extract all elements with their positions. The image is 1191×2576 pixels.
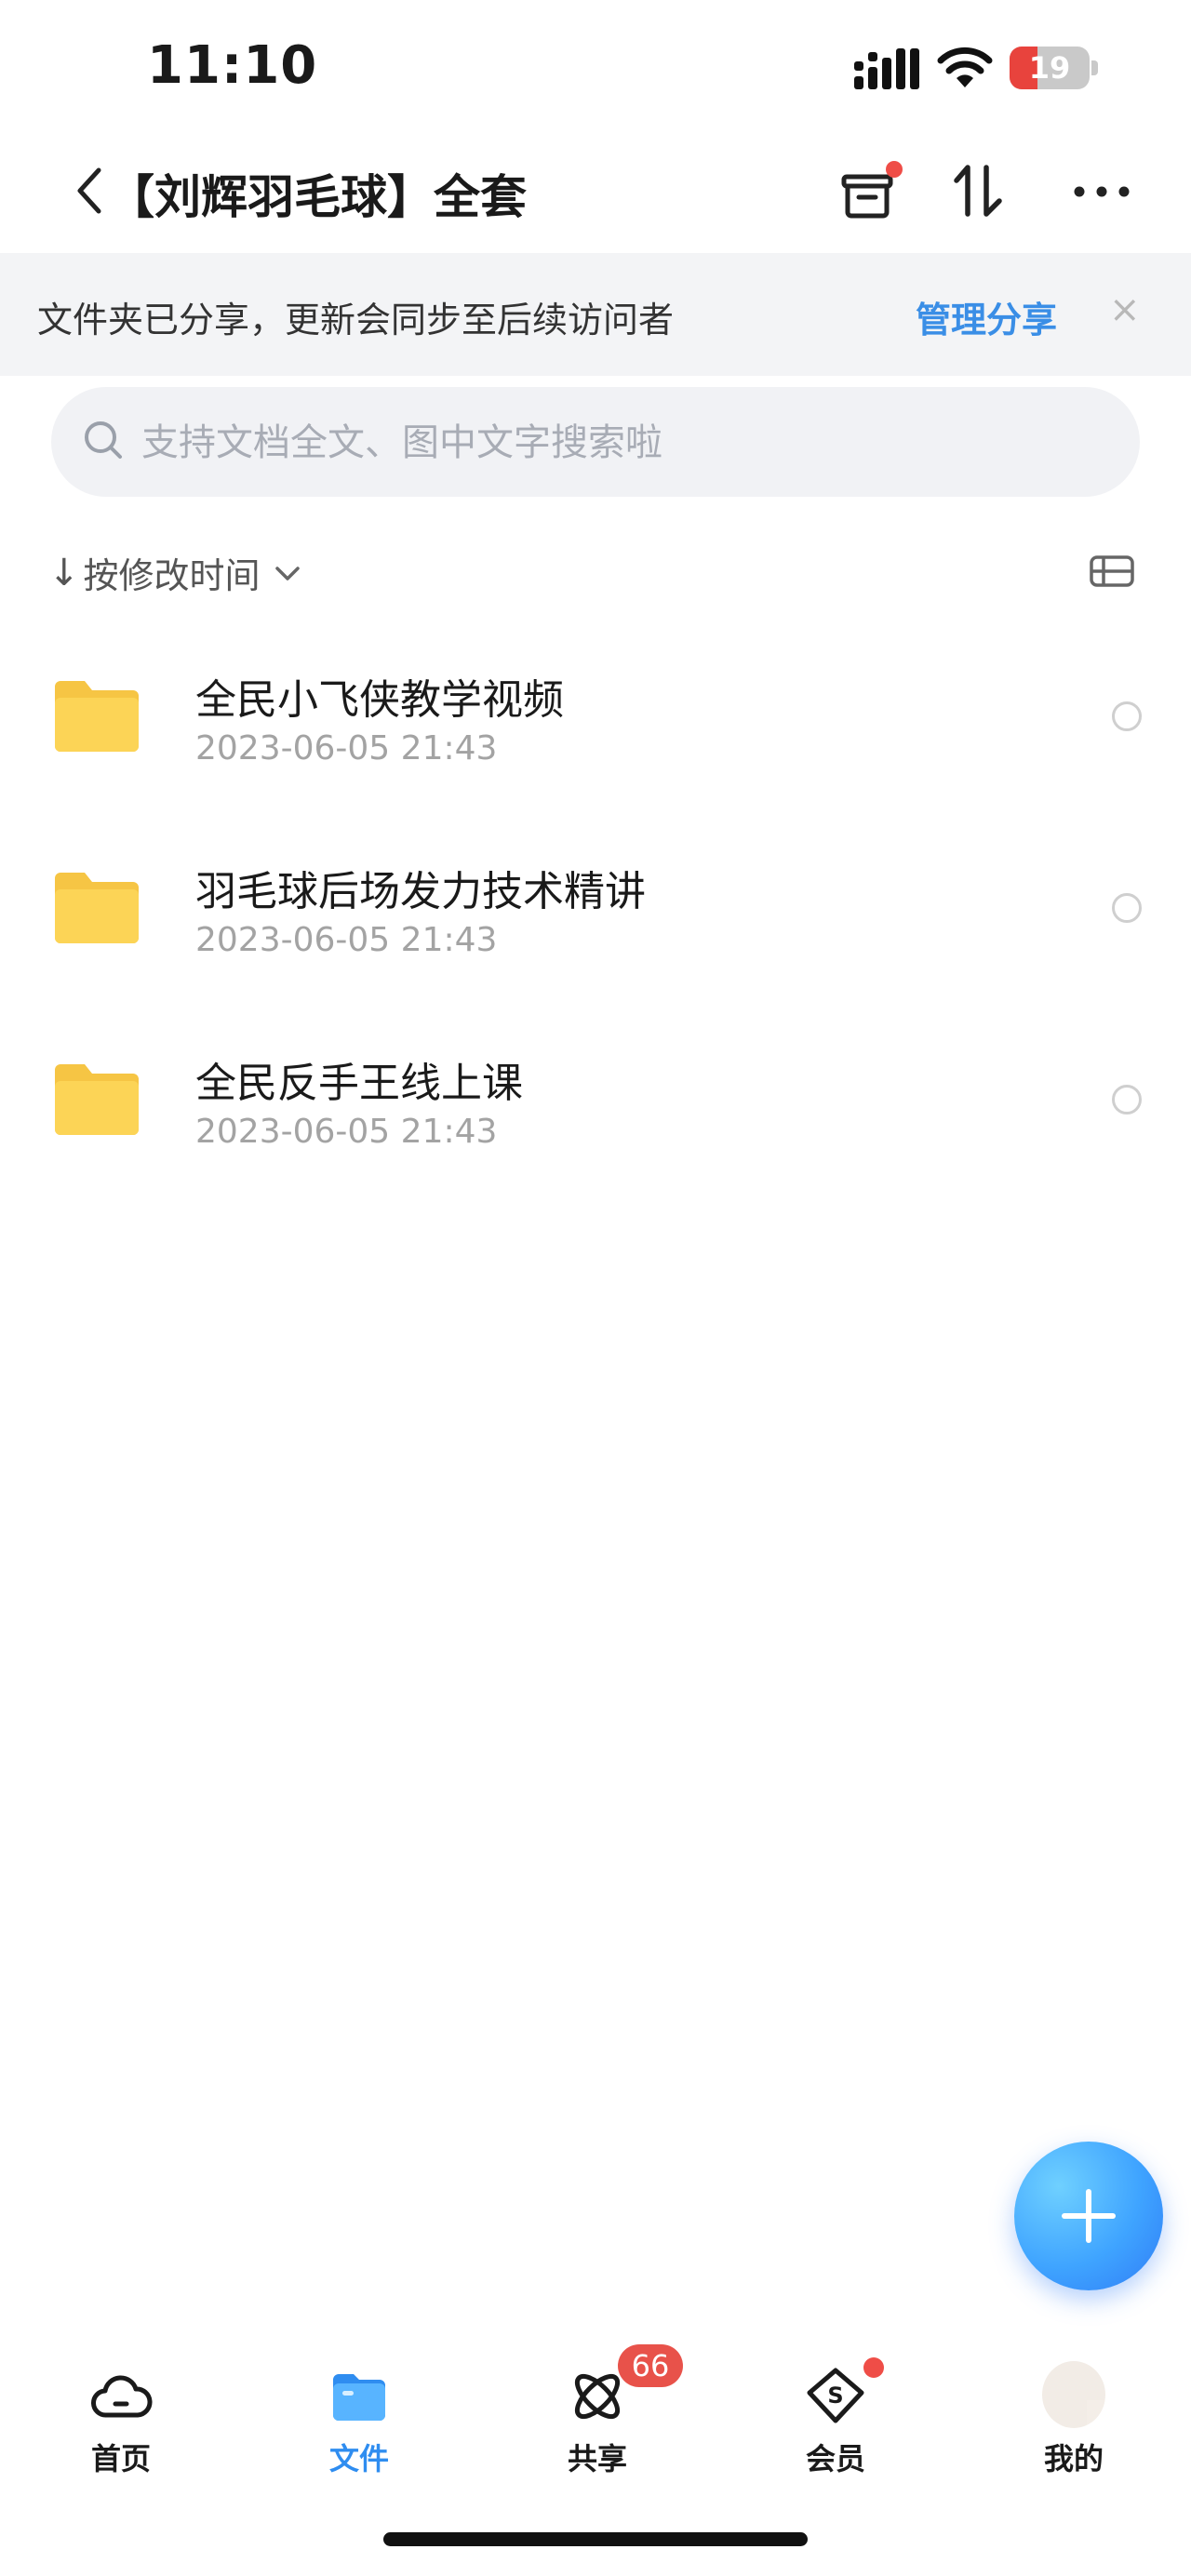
more-icon (1074, 186, 1130, 197)
folder-icon (55, 681, 139, 752)
file-name: 全民小飞侠教学视频 (195, 676, 564, 724)
home-indicator (383, 2532, 808, 2546)
vip-diamond-icon: S (807, 2368, 864, 2423)
nav-vip[interactable]: S 会员 (761, 2326, 910, 2476)
file-row[interactable]: 羽毛球后场发力技术精讲 2023-06-05 21:43 (0, 817, 1191, 1008)
nav-label: 文件 (328, 2441, 389, 2476)
close-banner-button[interactable]: × (1109, 288, 1141, 331)
file-date: 2023-06-05 21:43 (195, 1113, 498, 1151)
select-radio[interactable] (1112, 893, 1142, 923)
folder-icon (333, 2374, 385, 2421)
avatar (1042, 2361, 1105, 2428)
share-banner-text: 文件夹已分享，更新会同步至后续访问者 (37, 300, 675, 340)
sort-toggle-button[interactable] (949, 156, 1020, 227)
file-date: 2023-06-05 21:43 (195, 921, 498, 959)
nav-share[interactable]: 66 共享 (523, 2326, 683, 2476)
archive-icon (841, 161, 903, 219)
nav-label: 共享 (567, 2441, 627, 2476)
signal-icon (854, 48, 919, 89)
wifi-icon (937, 47, 993, 87)
sort-toggle-icon (954, 165, 1002, 217)
nav-label: 首页 (90, 2441, 151, 2476)
notification-dot (863, 2357, 884, 2378)
cloud-icon (91, 2375, 153, 2418)
file-name: 羽毛球后场发力技术精讲 (195, 868, 646, 915)
file-row[interactable]: 全民反手王线上课 2023-06-05 21:43 (0, 1008, 1191, 1200)
file-row[interactable]: 全民小飞侠教学视频 2023-06-05 21:43 (0, 625, 1191, 817)
nav-label: 会员 (805, 2441, 865, 2476)
nav-me[interactable]: 我的 (999, 2326, 1148, 2476)
bottom-nav: 首页 文件 66 共享 S 会员 我的 (0, 2326, 1191, 2512)
sort-direction-arrow: ↓ (48, 551, 80, 594)
archive-button[interactable] (833, 156, 903, 227)
plus-icon (1062, 2189, 1116, 2243)
svg-text:S: S (827, 2382, 843, 2409)
manage-share-link[interactable]: 管理分享 (916, 291, 1057, 342)
back-icon[interactable] (71, 163, 108, 219)
file-name: 全民反手王线上课 (195, 1060, 523, 1107)
add-button[interactable] (1014, 2142, 1163, 2290)
select-radio[interactable] (1112, 1085, 1142, 1114)
sort-label: 按修改时间 (83, 555, 261, 596)
battery-level: 19 (1028, 50, 1071, 86)
nav-home[interactable]: 首页 (47, 2326, 195, 2476)
search-input[interactable] (140, 409, 1111, 476)
select-radio[interactable] (1112, 701, 1142, 731)
search-icon (85, 421, 122, 459)
file-date: 2023-06-05 21:43 (195, 729, 498, 767)
sort-dropdown[interactable]: ↓ 按修改时间 (48, 547, 303, 598)
view-toggle-icon[interactable] (1089, 553, 1137, 590)
nav-label: 我的 (1043, 2441, 1104, 2476)
nav-files[interactable]: 文件 (285, 2326, 434, 2476)
more-button[interactable] (1066, 156, 1137, 227)
folder-icon (55, 873, 139, 943)
status-time: 11:10 (147, 35, 318, 96)
chevron-down-icon (274, 566, 300, 581)
battery-icon: 19 (1010, 47, 1099, 89)
notification-badge: 66 (618, 2344, 683, 2387)
folder-icon (55, 1064, 139, 1135)
page-title: 【刘辉羽毛球】全套 (108, 170, 527, 224)
